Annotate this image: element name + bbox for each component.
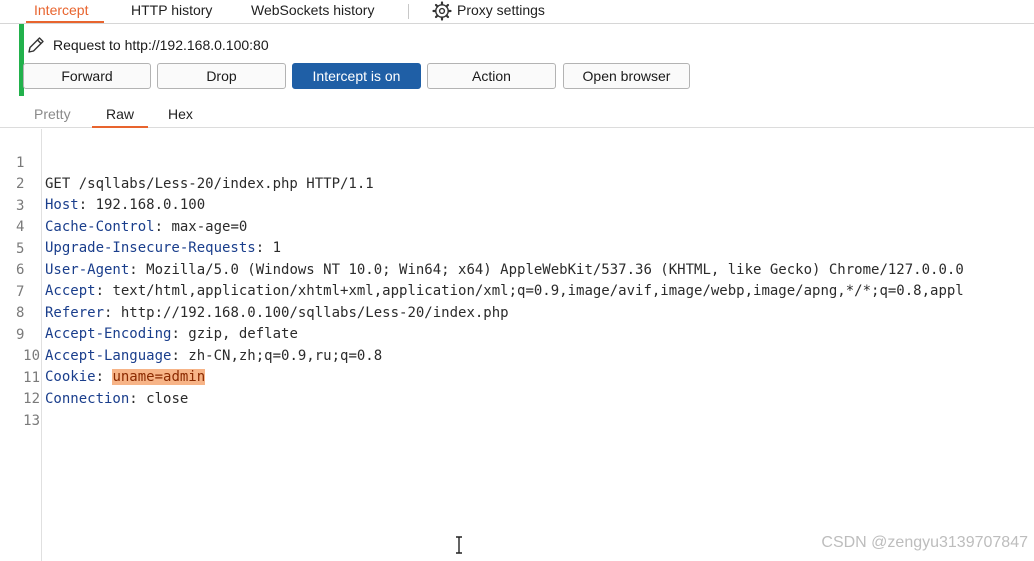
text-cursor-icon — [456, 536, 462, 554]
tab-pretty[interactable]: Pretty — [34, 106, 71, 128]
request-line: 11 Connection: close — [0, 347, 1034, 407]
request-line: 9 Accept-Language: zh-CN,zh;q=0.9,ru;q=0… — [16, 327, 383, 364]
tab-intercept[interactable]: Intercept — [26, 0, 104, 23]
open-browser-button[interactable]: Open browser — [563, 63, 690, 89]
tab-hex[interactable]: Hex — [168, 106, 193, 128]
request-line: 3 Cache-Control: max-age=0 — [16, 198, 248, 235]
request-target-label: Request to http://192.168.0.100:80 — [53, 37, 269, 53]
forward-button[interactable]: Forward — [23, 63, 151, 89]
tab-raw[interactable]: Raw — [92, 106, 148, 128]
request-line: 1 GET /sqllabs/Less-20/index.php HTTP/1.… — [0, 132, 1034, 192]
request-editor[interactable]: 1 GET /sqllabs/Less-20/index.php HTTP/1.… — [0, 129, 1034, 561]
intercept-toggle-button[interactable]: Intercept is on — [292, 63, 421, 89]
drop-button[interactable]: Drop — [157, 63, 286, 89]
gear-icon[interactable] — [432, 1, 452, 21]
pencil-icon — [28, 37, 44, 53]
request-line: 4 Upgrade-Insecure-Requests: 1 — [16, 219, 282, 256]
request-line: 13 — [0, 390, 1034, 429]
request-line: 6 Accept: text/html,application/xhtml+xm… — [16, 262, 964, 299]
request-line: 5 User-Agent: Mozilla/5.0 (Windows NT 10… — [16, 241, 964, 278]
tab-divider — [408, 4, 409, 19]
tab-proxy-settings[interactable]: Proxy settings — [457, 0, 545, 23]
request-line: 8 Accept-Encoding: gzip, deflate — [16, 305, 298, 342]
watermark: CSDN @zengyu3139707847 — [821, 534, 1028, 551]
request-line: 12 — [0, 368, 1034, 407]
action-button[interactable]: Action — [427, 63, 556, 89]
tab-http-history[interactable]: HTTP history — [131, 0, 212, 23]
message-view-tabs: Pretty Raw Hex — [0, 100, 1034, 128]
line-number: 13 — [23, 413, 40, 429]
tab-websockets-history[interactable]: WebSockets history — [251, 0, 374, 23]
proxy-tab-bar: Intercept HTTP history WebSockets histor… — [0, 0, 1034, 24]
request-line: 10 Cookie: uname=admin — [0, 325, 1034, 385]
request-line: 7 Referer: http://192.168.0.100/sqllabs/… — [16, 284, 509, 321]
request-line: 2 Host: 192.168.0.100 — [16, 176, 206, 213]
